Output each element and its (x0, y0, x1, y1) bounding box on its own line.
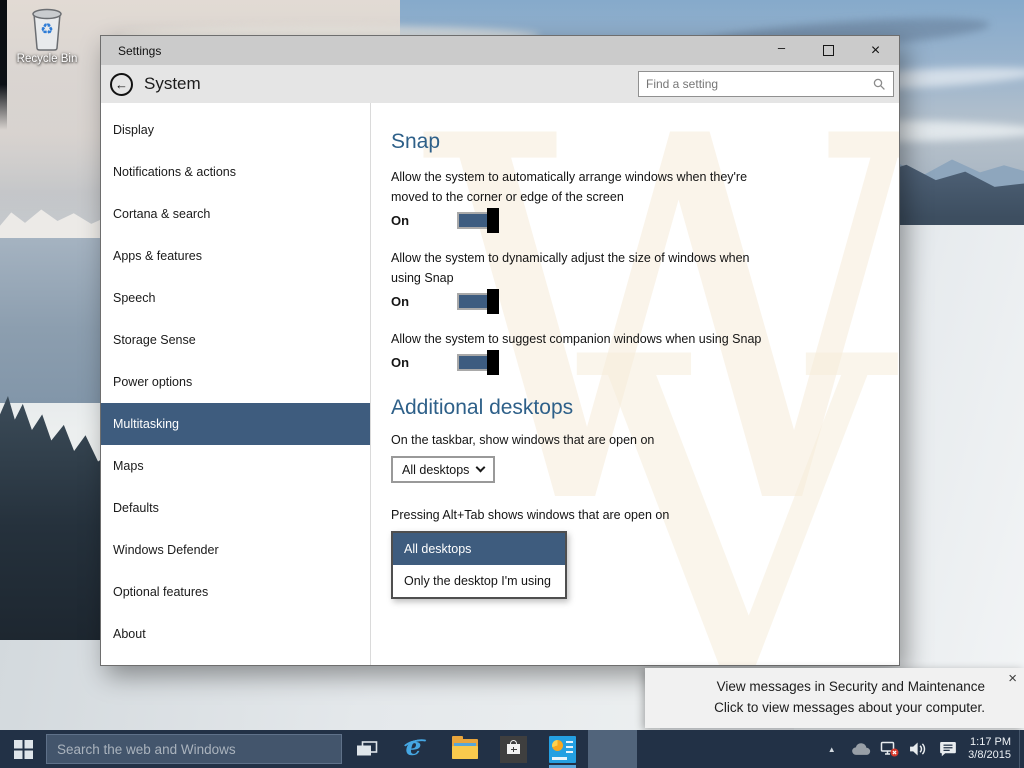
sidebar-item-maps[interactable]: Maps (101, 445, 370, 487)
toast-message: View messages in Security and Maintenanc… (714, 676, 985, 718)
sidebar-item-about[interactable]: About (101, 613, 370, 655)
settings-taskbar-button-active[interactable] (588, 730, 637, 768)
titlebar[interactable]: Settings – × (101, 36, 899, 65)
toggle-1-state: On (391, 213, 410, 228)
find-setting-input[interactable] (639, 77, 873, 91)
taskbar-clock[interactable]: 1:17 PM 3/8/2015 (968, 736, 1011, 763)
recycle-bin-label: Recycle Bin (16, 53, 78, 65)
volume-icon (909, 742, 925, 756)
action-center-icon (939, 742, 956, 757)
internet-explorer-icon: e (400, 732, 431, 762)
chevron-up-icon: ▲ (827, 744, 836, 754)
show-desktop-button[interactable] (1019, 730, 1024, 768)
snap-setting-2-text: Allow the system to dynamically adjust t… (391, 251, 750, 285)
page-title: System (144, 74, 201, 93)
store-icon (500, 735, 527, 763)
close-button[interactable]: × (852, 36, 899, 65)
toast-close-icon[interactable]: × (1008, 670, 1017, 687)
toggle-1[interactable] (457, 208, 499, 233)
sidebar-item-notifications[interactable]: Notifications & actions (101, 151, 370, 193)
toggle-3[interactable] (457, 350, 499, 375)
windows-logo-icon (13, 739, 33, 759)
chevron-down-icon (475, 462, 486, 473)
sidebar-item-storage[interactable]: Storage Sense (101, 319, 370, 361)
snap-setting-3-text: Allow the system to suggest companion wi… (391, 332, 762, 346)
sidebar-item-optional[interactable]: Optional features (101, 571, 370, 613)
sidebar-item-display[interactable]: Display (101, 109, 370, 151)
file-explorer-icon (451, 736, 478, 759)
snap-setting-1-text: Allow the system to automatically arrang… (391, 170, 748, 204)
clock-time: 1:17 PM (970, 735, 1011, 748)
taskbar-windows-question: On the taskbar, show windows that are op… (391, 433, 655, 447)
sidebar-item-cortana[interactable]: Cortana & search (101, 193, 370, 235)
alttab-option-all-desktops[interactable]: All desktops (393, 533, 565, 565)
file-explorer-button[interactable] (440, 730, 489, 768)
maximize-button[interactable] (805, 36, 852, 65)
clock-date: 3/8/2015 (968, 749, 1011, 761)
task-view-button[interactable] (342, 730, 391, 768)
search-icon (873, 78, 885, 90)
recycle-bin-icon: ♻ (32, 8, 62, 51)
toggle-2-knob (487, 289, 499, 314)
store-button[interactable] (489, 730, 538, 768)
svg-text:♻: ♻ (40, 21, 53, 38)
taskbar: e (0, 730, 1024, 768)
money-app-icon (549, 735, 576, 763)
minimize-button[interactable]: – (758, 36, 805, 65)
onedrive-tray-button[interactable] (846, 730, 875, 768)
desktop: ♻ Recycle Bin Settings – × ← System Find… (0, 0, 1024, 768)
sidebar-item-power[interactable]: Power options (101, 361, 370, 403)
page-header: ← System (101, 65, 899, 103)
internet-explorer-button[interactable]: e (391, 730, 440, 768)
network-icon (880, 741, 899, 757)
network-tray-button[interactable] (875, 730, 904, 768)
volume-tray-button[interactable] (904, 730, 933, 768)
additional-desktops-heading: Additional desktops (391, 396, 574, 419)
task-view-icon (356, 741, 377, 756)
alttab-option-only-desktop[interactable]: Only the desktop I'm using (393, 565, 565, 597)
snap-heading: Snap (391, 130, 441, 153)
toggle-3-knob (487, 350, 499, 375)
sidebar-item-multitasking[interactable]: Multitasking (101, 403, 370, 445)
additional-desktops-section: Additional desktops On the taskbar, show… (391, 396, 875, 599)
system-tray: ▲ 1:17 PM 3/8/2015 (817, 730, 1024, 768)
alttab-dropdown-open: All desktops Only the desktop I'm using (391, 531, 567, 599)
toast-line-1: View messages in Security and Maintenanc… (716, 679, 985, 694)
back-button[interactable]: ← (110, 72, 133, 96)
taskbar-windows-dropdown[interactable]: All desktops (391, 456, 495, 483)
tray-expand-button[interactable]: ▲ (817, 730, 846, 768)
snap-section: Snap Allow the system to automatically a… (391, 130, 875, 375)
back-arrow-icon: ← (115, 76, 128, 92)
forest-mountain (0, 396, 114, 658)
notification-toast[interactable]: × View messages in Security and Maintena… (645, 668, 1024, 728)
money-app-button[interactable] (538, 730, 587, 768)
toggle-3-state: On (391, 355, 410, 370)
toggle-2[interactable] (457, 289, 499, 314)
alttab-question: Pressing Alt+Tab shows windows that are … (391, 508, 670, 522)
window-title: Settings (118, 43, 162, 58)
toggle-2-state: On (391, 294, 410, 309)
settings-content: W V Snap Allow the system to automatical… (371, 103, 899, 665)
taskbar-searchbox[interactable] (46, 734, 342, 764)
dark-edge (0, 0, 7, 130)
toggle-1-knob (487, 208, 499, 233)
taskbar-windows-dropdown-value: All desktops (402, 462, 470, 477)
sidebar-item-defaults[interactable]: Defaults (101, 487, 370, 529)
recycle-bin-shortcut[interactable]: ♻ Recycle Bin (12, 6, 82, 65)
taskbar-search-input[interactable] (47, 741, 341, 757)
sidebar-item-apps[interactable]: Apps & features (101, 235, 370, 277)
onedrive-cloud-icon (851, 742, 870, 755)
sidebar-item-speech[interactable]: Speech (101, 277, 370, 319)
settings-sidebar: Display Notifications & actions Cortana … (101, 103, 371, 665)
sidebar-item-defender[interactable]: Windows Defender (101, 529, 370, 571)
maximize-icon (823, 45, 834, 56)
action-center-button[interactable] (933, 730, 962, 768)
find-setting-searchbox[interactable] (638, 71, 894, 97)
start-button[interactable] (0, 730, 46, 768)
settings-window: Settings – × ← System Display Notificati… (100, 35, 900, 666)
toast-line-2: Click to view messages about your comput… (714, 700, 985, 715)
